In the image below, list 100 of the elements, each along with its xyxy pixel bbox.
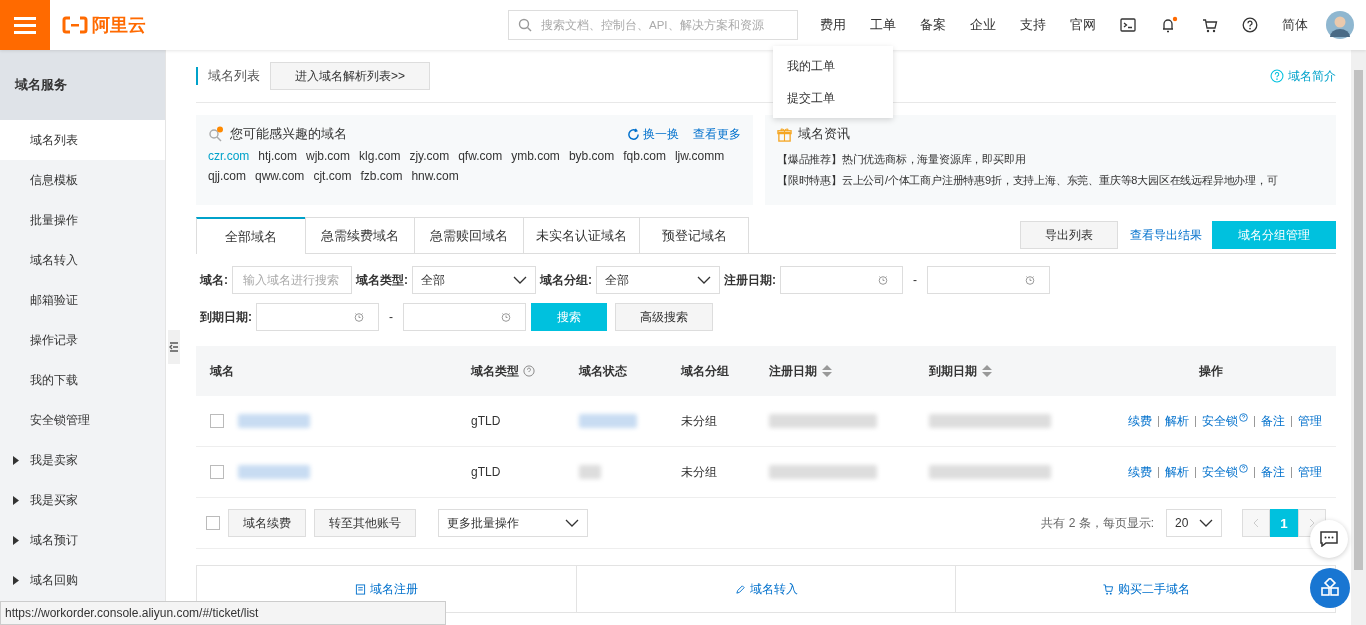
checkbox[interactable] xyxy=(210,465,224,479)
page-scrollbar[interactable] xyxy=(1351,50,1366,625)
domain-link[interactable]: htj.com xyxy=(258,149,298,163)
refresh-icon xyxy=(627,127,640,141)
column-header: 域名类型 xyxy=(471,362,535,380)
range-separator: - xyxy=(913,273,917,287)
collapse-handle[interactable] xyxy=(168,330,180,364)
batch-button[interactable]: 域名续费 xyxy=(228,509,306,537)
column-header[interactable]: 到期日期 xyxy=(929,362,993,380)
field-label: 域名类型: xyxy=(356,271,408,289)
batch-select[interactable]: 更多批量操作 xyxy=(438,509,588,537)
domain-link[interactable]: qjj.com xyxy=(208,169,246,183)
language-link[interactable]: 简体 xyxy=(1270,16,1320,34)
domain-link[interactable]: fzb.com xyxy=(360,169,403,183)
nav-link[interactable]: 费用 xyxy=(808,16,858,34)
advanced-search-button[interactable]: 高级搜索 xyxy=(615,303,713,331)
domain-link[interactable]: byb.com xyxy=(568,149,615,163)
group-select[interactable]: 全部 xyxy=(596,266,720,294)
domain-link[interactable]: qww.com xyxy=(255,169,305,183)
action-link[interactable]: 安全锁 xyxy=(1202,463,1248,481)
menu-item[interactable]: 提交工单 xyxy=(773,82,893,114)
domain-link[interactable]: klg.com xyxy=(359,149,401,163)
news-text[interactable]: 【限时特惠】云上公司/个体工商户注册特惠9折，支持上海、东莞、重庆等8大园区在线远程异地办理，可 xyxy=(777,170,1332,191)
checkbox[interactable] xyxy=(210,414,224,428)
date-field[interactable] xyxy=(403,303,526,331)
nav-link[interactable]: 工单 xyxy=(858,16,908,34)
nav-link[interactable]: 官网 xyxy=(1058,16,1108,34)
column-header[interactable]: 注册日期 xyxy=(769,362,833,380)
logo-icon xyxy=(62,16,88,34)
sidebar-item[interactable]: 域名列表 xyxy=(0,120,165,160)
tab[interactable]: 全部域名 xyxy=(196,217,306,254)
action-link[interactable]: 备注 xyxy=(1261,412,1285,430)
domain-search-field[interactable]: 输入域名进行搜索 xyxy=(232,266,352,294)
menu-button[interactable] xyxy=(0,0,50,50)
grid-icon xyxy=(1320,578,1340,598)
domain-link[interactable]: ymb.com xyxy=(511,149,560,163)
card-title: 您可能感兴趣的域名 xyxy=(230,125,347,143)
domain-link[interactable]: qfw.com xyxy=(458,149,503,163)
search-field[interactable]: 搜索文档、控制台、API、解决方案和资源 xyxy=(508,10,798,40)
sidebar-item[interactable]: 邮箱验证 xyxy=(0,280,165,320)
help-icon xyxy=(523,365,535,377)
field-label: 域名分组: xyxy=(540,271,592,289)
avatar[interactable] xyxy=(1326,11,1354,39)
sidebar-item[interactable]: 信息模板 xyxy=(0,160,165,200)
date-field[interactable] xyxy=(780,266,903,294)
date-field[interactable] xyxy=(256,303,379,331)
apps-button[interactable] xyxy=(1310,568,1350,608)
sidebar-item[interactable]: 操作记录 xyxy=(0,320,165,360)
sidebar-title: 域名服务 xyxy=(0,50,165,120)
table-cell: 未分组 xyxy=(681,463,717,481)
checkbox[interactable] xyxy=(206,516,220,530)
action-link[interactable]: 解析 xyxy=(1165,463,1189,481)
domain-link[interactable]: ljw.comm xyxy=(674,149,725,163)
action-link[interactable]: 管理 xyxy=(1298,412,1322,430)
nav-link[interactable]: 备案 xyxy=(908,16,958,34)
domain-link[interactable]: zjy.com xyxy=(409,149,450,163)
batch-button[interactable]: 转至其他账号 xyxy=(314,509,416,537)
blurred-text xyxy=(238,465,310,479)
sidebar-item[interactable]: 我的下载 xyxy=(0,360,165,400)
domain-link[interactable]: cjt.com xyxy=(313,169,352,183)
pencil-icon xyxy=(734,583,746,595)
action-link[interactable]: 续费 xyxy=(1128,463,1152,481)
quick-link[interactable]: 购买二手域名 xyxy=(1101,580,1190,598)
search-icon xyxy=(208,126,224,142)
quick-link[interactable]: 域名转入 xyxy=(734,580,798,598)
sidebar-item[interactable]: 我是买家 xyxy=(0,480,165,520)
sidebar-item[interactable]: 域名回购 xyxy=(0,560,165,600)
chevron-left-icon xyxy=(1253,518,1259,528)
sidebar-item[interactable]: 安全锁管理 xyxy=(0,400,165,440)
sidebar-item[interactable]: 域名预订 xyxy=(0,520,165,560)
action-link[interactable]: 安全锁 xyxy=(1202,412,1248,430)
action-link[interactable]: 备注 xyxy=(1261,463,1285,481)
dns-list-button[interactable]: 进入域名解析列表>> xyxy=(270,62,430,90)
clock-icon xyxy=(1025,275,1035,285)
nav-link[interactable]: 支持 xyxy=(1008,16,1058,34)
quick-link[interactable]: 域名注册 xyxy=(354,580,418,598)
action-link[interactable]: 续费 xyxy=(1128,412,1152,430)
more-link[interactable]: 查看更多 xyxy=(693,125,741,143)
column-header: 域名 xyxy=(210,362,234,380)
export-result-link[interactable]: 查看导出结果 xyxy=(1130,226,1202,244)
action-link[interactable]: 解析 xyxy=(1165,412,1189,430)
tab[interactable]: 预登记域名 xyxy=(639,217,749,253)
nav-link[interactable]: 企业 xyxy=(958,16,1008,34)
domain-link[interactable]: fqb.com xyxy=(623,149,666,163)
sidebar-item[interactable]: 我是卖家 xyxy=(0,440,165,480)
domain-link[interactable]: hnw.com xyxy=(411,169,459,183)
column-header: 域名分组 xyxy=(681,362,729,380)
domain-link[interactable]: wjb.com xyxy=(306,149,351,163)
date-field[interactable] xyxy=(927,266,1050,294)
field-label: 到期日期: xyxy=(200,308,252,326)
chat-button[interactable] xyxy=(1310,520,1348,558)
menu-item[interactable]: 我的工单 xyxy=(773,50,893,82)
type-select[interactable]: 全部 xyxy=(412,266,536,294)
refresh-link[interactable]: 换一换 xyxy=(627,125,679,143)
sidebar-item[interactable]: 域名转入 xyxy=(0,240,165,280)
page-size-select[interactable]: 20 xyxy=(1166,509,1222,537)
news-text[interactable]: 【爆品推荐】热门优选商标，海量资源库，即买即用 xyxy=(777,149,1332,170)
sidebar-item[interactable]: 批量操作 xyxy=(0,200,165,240)
action-link[interactable]: 管理 xyxy=(1298,463,1322,481)
export-button[interactable]: 导出列表 xyxy=(1020,221,1118,249)
